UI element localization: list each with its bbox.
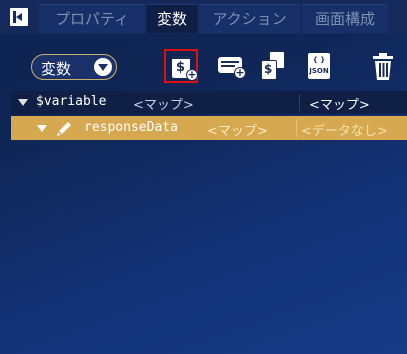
expand-triangle-icon[interactable]	[18, 99, 28, 106]
copy-variable-button[interactable]: $	[257, 49, 291, 83]
copy-variable-icon: $	[261, 60, 277, 80]
column-divider	[299, 94, 300, 111]
scope-select-value: 変数	[41, 60, 72, 78]
scope-select[interactable]: 変数	[31, 54, 117, 80]
pencil-icon	[57, 122, 71, 136]
expand-triangle-icon[interactable]	[37, 125, 47, 132]
tab-variables[interactable]: 変数	[147, 4, 197, 33]
variable-tree-header[interactable]: $variable <マップ> <マップ>	[11, 91, 407, 114]
tab-properties[interactable]: プロパティ	[39, 4, 145, 33]
tab-screen-structure[interactable]: 画面構成	[302, 4, 388, 33]
tree-row[interactable]: responseData <マップ> <データなし>	[11, 116, 407, 140]
row-value: <データなし>	[301, 124, 388, 139]
chevron-down-icon	[94, 58, 112, 76]
trash-icon	[373, 53, 393, 80]
add-variable-button[interactable]: $ +	[164, 49, 198, 83]
variable-value: <マップ>	[309, 98, 370, 113]
json-button[interactable]: { } JSON	[302, 49, 336, 83]
plus-icon: +	[186, 68, 198, 81]
tab-bar: プロパティ 変数 アクション 画面構成	[0, 0, 407, 34]
delete-button[interactable]	[366, 49, 400, 83]
row-name: responseData	[84, 120, 178, 135]
tab-actions[interactable]: アクション	[199, 4, 300, 33]
variable-type: <マップ>	[133, 98, 194, 113]
row-type: <マップ>	[207, 124, 268, 139]
collapse-panel-icon[interactable]	[10, 8, 28, 26]
variable-name: $variable	[36, 94, 107, 109]
json-icon: { } JSON	[308, 53, 330, 79]
plus-icon: +	[234, 66, 246, 79]
add-record-button[interactable]: +	[214, 49, 248, 83]
column-divider	[296, 119, 297, 137]
